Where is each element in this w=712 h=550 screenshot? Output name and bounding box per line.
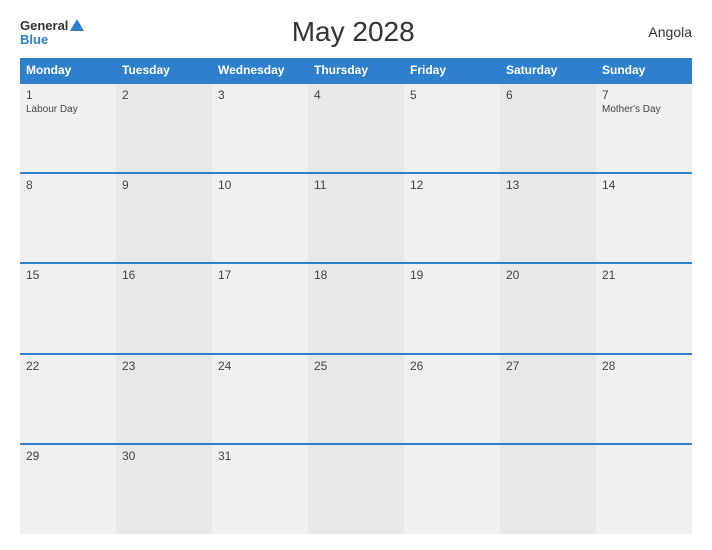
- calendar-cell: 5: [404, 83, 500, 173]
- calendar-week-row: 22 23 24 25 26 27 28: [20, 354, 692, 444]
- day-number: 19: [410, 268, 494, 282]
- logo: General Blue: [20, 19, 84, 46]
- weekday-header-saturday: Saturday: [500, 58, 596, 83]
- calendar-cell: [500, 444, 596, 534]
- day-number: 4: [314, 88, 398, 102]
- calendar-cell: 4: [308, 83, 404, 173]
- logo-general-text: General: [20, 19, 68, 32]
- calendar-week-row: 29 30 31: [20, 444, 692, 534]
- day-number: 9: [122, 178, 206, 192]
- logo-triangle-icon: [70, 19, 84, 31]
- weekday-header-row: MondayTuesdayWednesdayThursdayFridaySatu…: [20, 58, 692, 83]
- calendar-cell: [308, 444, 404, 534]
- calendar-week-row: 1 Labour Day 234567 Mother's Day: [20, 83, 692, 173]
- day-number: 6: [506, 88, 590, 102]
- calendar-cell: 18: [308, 263, 404, 353]
- weekday-header-sunday: Sunday: [596, 58, 692, 83]
- day-number: 23: [122, 359, 206, 373]
- calendar-cell: 1 Labour Day: [20, 83, 116, 173]
- day-number: 21: [602, 268, 686, 282]
- country-label: Angola: [622, 24, 692, 40]
- day-number: 14: [602, 178, 686, 192]
- calendar-week-row: 15 16 17 18 19 20 21: [20, 263, 692, 353]
- calendar-cell: 27: [500, 354, 596, 444]
- day-number: 5: [410, 88, 494, 102]
- calendar-cell: 19: [404, 263, 500, 353]
- calendar-week-row: 89 10 11 12 13 14: [20, 173, 692, 263]
- calendar-cell: 8: [20, 173, 116, 263]
- weekday-header-tuesday: Tuesday: [116, 58, 212, 83]
- calendar-cell: 10: [212, 173, 308, 263]
- day-number: 17: [218, 268, 302, 282]
- calendar-cell: 23: [116, 354, 212, 444]
- day-number: 1: [26, 88, 110, 102]
- calendar-cell: 2: [116, 83, 212, 173]
- day-number: 20: [506, 268, 590, 282]
- calendar-cell: 30: [116, 444, 212, 534]
- day-number: 26: [410, 359, 494, 373]
- day-number: 7: [602, 88, 686, 102]
- day-number: 25: [314, 359, 398, 373]
- day-number: 8: [26, 178, 110, 192]
- calendar-cell: 22: [20, 354, 116, 444]
- day-number: 24: [218, 359, 302, 373]
- calendar-cell: 9: [116, 173, 212, 263]
- calendar-cell: 21: [596, 263, 692, 353]
- holiday-label: Labour Day: [26, 104, 110, 115]
- day-number: 2: [122, 88, 206, 102]
- calendar-table: MondayTuesdayWednesdayThursdayFridaySatu…: [20, 58, 692, 534]
- calendar-cell: 29: [20, 444, 116, 534]
- day-number: 3: [218, 88, 302, 102]
- day-number: 31: [218, 449, 302, 463]
- calendar-cell: 13: [500, 173, 596, 263]
- day-number: 27: [506, 359, 590, 373]
- calendar-cell: 17: [212, 263, 308, 353]
- calendar-cell: 3: [212, 83, 308, 173]
- calendar-cell: 7 Mother's Day: [596, 83, 692, 173]
- calendar-header: General Blue May 2028 Angola: [20, 16, 692, 48]
- calendar-cell: 20: [500, 263, 596, 353]
- calendar-cell: 11: [308, 173, 404, 263]
- calendar-cell: 28: [596, 354, 692, 444]
- calendar-cell: 15: [20, 263, 116, 353]
- day-number: 10: [218, 178, 302, 192]
- holiday-label: Mother's Day: [602, 104, 686, 115]
- day-number: 15: [26, 268, 110, 282]
- calendar-cell: 12: [404, 173, 500, 263]
- day-number: 18: [314, 268, 398, 282]
- calendar-cell: 24: [212, 354, 308, 444]
- calendar-cell: [596, 444, 692, 534]
- weekday-header-wednesday: Wednesday: [212, 58, 308, 83]
- weekday-header-monday: Monday: [20, 58, 116, 83]
- day-number: 28: [602, 359, 686, 373]
- weekday-header-friday: Friday: [404, 58, 500, 83]
- weekday-header-thursday: Thursday: [308, 58, 404, 83]
- calendar-title: May 2028: [84, 16, 622, 48]
- calendar-cell: 14: [596, 173, 692, 263]
- day-number: 29: [26, 449, 110, 463]
- calendar-cell: [404, 444, 500, 534]
- calendar-cell: 16: [116, 263, 212, 353]
- day-number: 30: [122, 449, 206, 463]
- day-number: 12: [410, 178, 494, 192]
- day-number: 22: [26, 359, 110, 373]
- calendar-cell: 31: [212, 444, 308, 534]
- calendar-cell: 26: [404, 354, 500, 444]
- day-number: 11: [314, 178, 398, 192]
- calendar-cell: 6: [500, 83, 596, 173]
- day-number: 13: [506, 178, 590, 192]
- day-number: 16: [122, 268, 206, 282]
- logo-blue-text: Blue: [20, 33, 48, 46]
- calendar-cell: 25: [308, 354, 404, 444]
